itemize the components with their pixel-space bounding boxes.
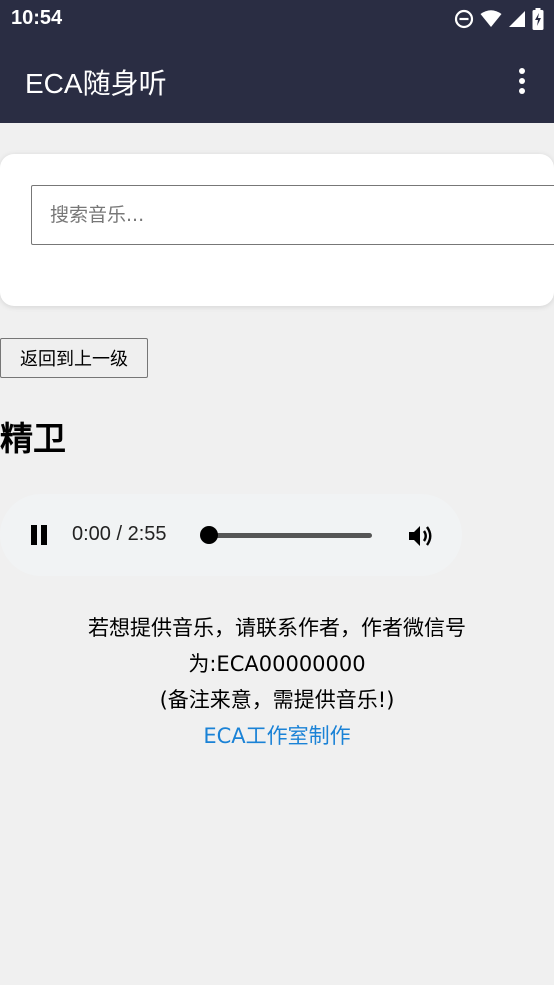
menu-dot [519,88,525,94]
time-display: 0:00 / 2:55 [72,523,167,545]
battery-charging-icon [532,8,544,30]
more-vert-icon[interactable] [512,68,532,94]
studio-link[interactable]: ECA工作室制作 [203,724,350,748]
do-not-disturb-icon [454,9,474,29]
info-line: 为:ECA00000000 [188,652,366,676]
pause-icon[interactable] [30,525,48,545]
status-bar: 10:54 [0,0,554,38]
status-time: 10:54 [11,7,63,29]
search-input[interactable] [31,185,554,245]
back-button[interactable]: 返回到上一级 [0,338,148,378]
pause-bar [41,525,47,545]
progress-slider[interactable] [209,533,372,538]
menu-dot [519,68,525,74]
app-title: ECA随身听 [25,68,167,99]
song-title: 精卫 [0,419,66,458]
pause-bar [31,525,37,545]
menu-dot [519,78,525,84]
volume-icon[interactable] [408,523,436,549]
status-icons [454,8,544,30]
search-card [0,154,554,306]
app-bar: ECA随身听 [0,38,554,123]
signal-icon [509,11,525,27]
progress-thumb[interactable] [200,526,218,544]
contact-info: 若想提供音乐，请联系作者，作者微信号 为:ECA00000000 (备注来意，需… [0,610,554,754]
wifi-icon [480,10,502,27]
info-line: 若想提供音乐，请联系作者，作者微信号 [88,616,466,640]
info-line: (备注来意，需提供音乐!) [159,688,395,712]
